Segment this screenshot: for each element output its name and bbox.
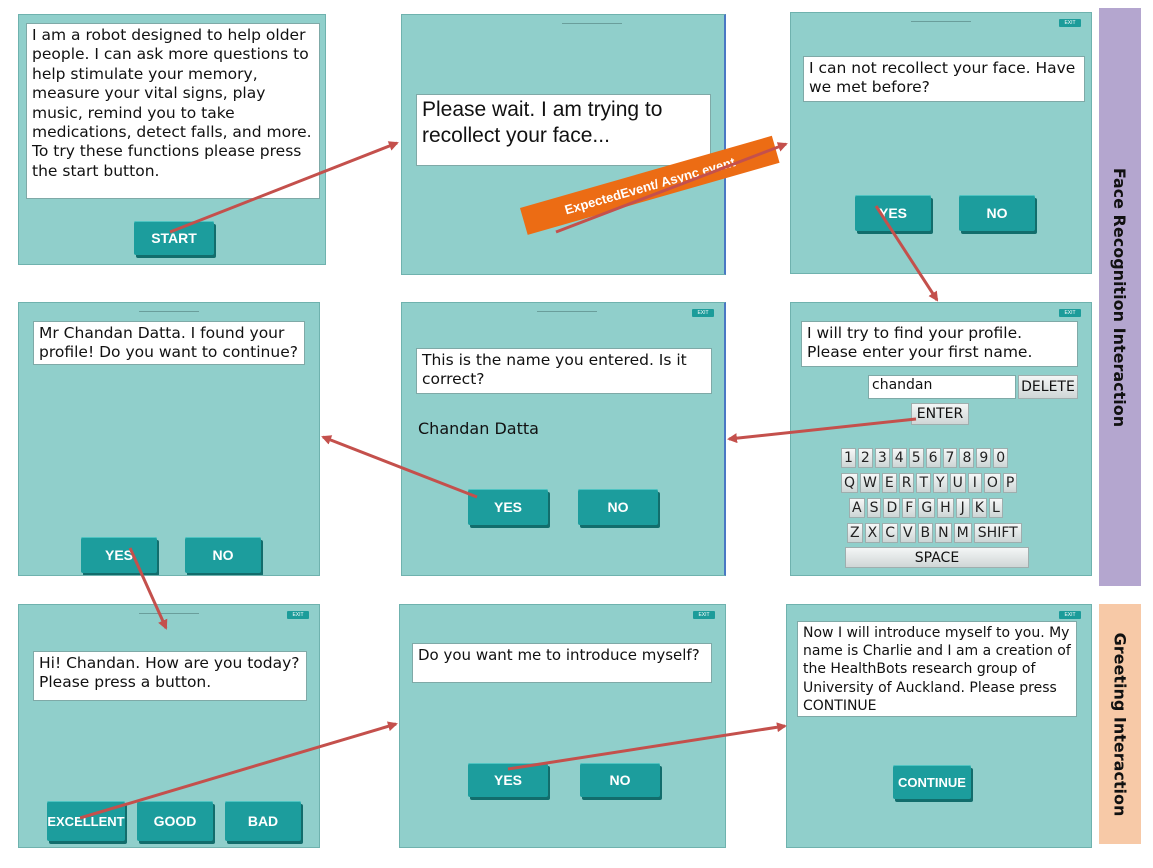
screen-intro-self: EXIT Now I will introduce myself to you.…	[786, 604, 1092, 848]
yes-button[interactable]: YES	[81, 537, 157, 573]
screen-found: Mr Chandan Datta. I found your profile! …	[18, 302, 320, 576]
no-button[interactable]: NO	[578, 489, 658, 525]
screen-introduce: EXIT Do you want me to introduce myself?…	[399, 604, 726, 848]
keyboard-row-2: Q W E R T Y U I O P	[841, 473, 1018, 493]
start-button[interactable]: START	[134, 221, 214, 255]
first-name-input[interactable]: chandan	[868, 375, 1016, 399]
continue-button[interactable]: CONTINUE	[893, 765, 971, 799]
wait-message: Please wait. I am trying to recollect yo…	[416, 94, 711, 166]
screen-profile: EXIT I will try to find your profile. Pl…	[790, 302, 1092, 576]
introduce-message: Do you want me to introduce myself?	[412, 643, 712, 683]
key[interactable]: 3	[874, 448, 890, 468]
key[interactable]: B	[917, 523, 934, 543]
key[interactable]: S	[866, 498, 882, 518]
key[interactable]: A	[849, 498, 865, 518]
screen-confirm-name: EXIT This is the name you entered. Is it…	[401, 302, 726, 576]
no-button[interactable]: NO	[959, 195, 1035, 231]
bad-button[interactable]: BAD	[225, 801, 301, 841]
recollect-message: I can not recollect your face. Have we m…	[803, 56, 1085, 102]
key[interactable]: O	[983, 473, 1001, 493]
key[interactable]: 0	[993, 448, 1009, 468]
key[interactable]: V	[899, 523, 916, 543]
no-button[interactable]: NO	[185, 537, 261, 573]
top-line	[562, 17, 622, 24]
key[interactable]: M	[953, 523, 972, 543]
key[interactable]: U	[949, 473, 966, 493]
face-recognition-label: Face Recognition Interaction	[1110, 167, 1130, 427]
key[interactable]: W	[860, 473, 880, 493]
yes-button[interactable]: YES	[855, 195, 931, 231]
key[interactable]: 1	[841, 448, 856, 468]
entered-name: Chandan Datta	[418, 419, 539, 438]
screen-wait: Please wait. I am trying to recollect yo…	[401, 14, 726, 275]
intro-self-message: Now I will introduce myself to you. My n…	[797, 621, 1077, 717]
key[interactable]: C	[882, 523, 898, 543]
top-line	[537, 305, 597, 312]
key[interactable]: 4	[891, 448, 907, 468]
yes-button[interactable]: YES	[468, 763, 548, 797]
intro-message: I am a robot designed to help older peop…	[26, 23, 320, 199]
keyboard-row-3: A S D F G H J K L	[849, 498, 1003, 518]
greeting-panel: Greeting Interaction	[1099, 604, 1141, 844]
yes-button[interactable]: YES	[468, 489, 548, 525]
key[interactable]: 2	[857, 448, 873, 468]
shift-key[interactable]: SHIFT	[973, 523, 1022, 543]
key[interactable]: 6	[925, 448, 941, 468]
screen-greet: EXIT Hi! Chandan. How are you today? Ple…	[18, 604, 320, 848]
key[interactable]: D	[883, 498, 901, 518]
exit-button[interactable]: EXIT	[287, 611, 309, 619]
greeting-label: Greeting Interaction	[1110, 632, 1130, 816]
key[interactable]: 8	[959, 448, 975, 468]
key[interactable]: 7	[942, 448, 958, 468]
screen-recollect: EXIT I can not recollect your face. Have…	[790, 12, 1092, 274]
no-button[interactable]: NO	[580, 763, 660, 797]
key[interactable]: H	[937, 498, 954, 518]
top-line	[911, 15, 971, 22]
key[interactable]: G	[918, 498, 936, 518]
top-line	[139, 607, 199, 614]
key[interactable]: T	[916, 473, 932, 493]
face-recognition-panel: Face Recognition Interaction	[1099, 8, 1141, 586]
key[interactable]: Z	[847, 523, 863, 543]
key[interactable]: L	[988, 498, 1003, 518]
key[interactable]: X	[864, 523, 881, 543]
key[interactable]: I	[967, 473, 982, 493]
exit-button[interactable]: EXIT	[1059, 611, 1081, 619]
key[interactable]: K	[971, 498, 987, 518]
exit-button[interactable]: EXIT	[1059, 19, 1081, 27]
key[interactable]: F	[902, 498, 917, 518]
exit-button[interactable]: EXIT	[1059, 309, 1081, 317]
space-key[interactable]: SPACE	[845, 547, 1029, 568]
exit-button[interactable]: EXIT	[693, 611, 715, 619]
key[interactable]: 9	[976, 448, 992, 468]
key[interactable]: P	[1002, 473, 1018, 493]
confirm-message: This is the name you entered. Is it corr…	[416, 348, 712, 394]
key[interactable]: E	[881, 473, 897, 493]
profile-message: I will try to find your profile. Please …	[801, 321, 1078, 367]
key[interactable]: J	[955, 498, 970, 518]
top-line	[139, 305, 199, 312]
enter-button[interactable]: ENTER	[911, 403, 969, 425]
key[interactable]: R	[898, 473, 915, 493]
delete-button[interactable]: DELETE	[1018, 375, 1078, 399]
screen-intro: I am a robot designed to help older peop…	[18, 14, 326, 265]
key[interactable]: N	[935, 523, 952, 543]
good-button[interactable]: GOOD	[137, 801, 213, 841]
found-message: Mr Chandan Datta. I found your profile! …	[33, 321, 305, 365]
key[interactable]: Q	[841, 473, 859, 493]
key[interactable]: 5	[908, 448, 924, 468]
exit-button[interactable]: EXIT	[692, 309, 714, 317]
greet-message: Hi! Chandan. How are you today? Please p…	[33, 651, 307, 701]
keyboard-row-1: 1 2 3 4 5 6 7 8 9 0	[841, 448, 1009, 468]
excellent-button[interactable]: EXCELLENT	[47, 801, 125, 841]
keyboard-row-4: Z X C V B N M SHIFT	[847, 523, 1022, 543]
key[interactable]: Y	[933, 473, 948, 493]
